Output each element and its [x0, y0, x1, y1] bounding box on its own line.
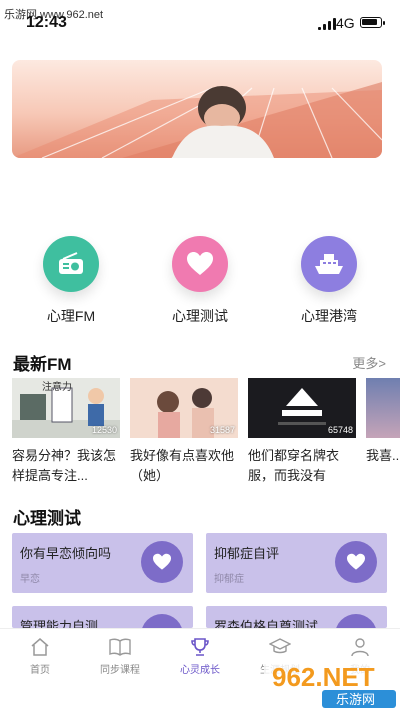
tab-courses[interactable]: 同步课程	[80, 637, 160, 676]
fm-thumbnail: 注意力 12530	[12, 378, 120, 438]
quick-action-label: 心理FM	[46, 308, 96, 324]
play-count: 12530	[91, 425, 117, 435]
fm-thumbnail: 31587	[130, 378, 238, 438]
book-icon	[80, 637, 160, 657]
fm-title: 我喜...	[366, 448, 400, 463]
test-card[interactable]: 罗森伯格自尊测试	[206, 606, 387, 628]
ship-icon	[301, 236, 357, 292]
test-card[interactable]: 你有早恋倾向吗 早恋	[12, 533, 193, 593]
fm-item[interactable]: 31587 我好像有点喜欢他（她）	[130, 378, 238, 486]
test-card-title: 你有早恋倾向吗	[20, 546, 112, 561]
fm-thumbnail: 65748	[248, 378, 356, 438]
quick-action-harbor[interactable]: 心理港湾	[264, 236, 394, 326]
play-count: 65748	[327, 425, 353, 435]
quick-action-test[interactable]: 心理测试	[135, 236, 265, 326]
test-card[interactable]: 管理能力自测	[12, 606, 193, 628]
tab-home[interactable]: 首页	[0, 637, 80, 676]
test-card[interactable]: 抑郁症自评 抑郁症	[206, 533, 387, 593]
trophy-icon	[160, 637, 240, 657]
play-count: 31587	[209, 425, 235, 435]
status-bar: 12:43 4G	[0, 14, 400, 36]
fm-section-title: 最新FM	[13, 355, 72, 374]
test-card-title: 抑郁症自评	[214, 546, 280, 561]
test-card-title: 罗森伯格自尊测试	[214, 619, 319, 628]
fm-thumbnail	[366, 378, 400, 438]
home-icon	[0, 637, 80, 657]
radio-icon	[43, 236, 99, 292]
thumb-text: 注意力	[42, 380, 72, 393]
fm-title: 容易分神？我该怎样提高专注...	[12, 448, 117, 483]
tab-label: 同步课程	[100, 665, 140, 676]
fm-item[interactable]: 我喜...	[366, 378, 400, 486]
logo-brand: 962.NET	[272, 662, 375, 692]
heart-icon	[141, 614, 183, 628]
banner-image[interactable]	[12, 60, 382, 158]
heart-icon	[335, 541, 377, 583]
test-card-title: 管理能力自测	[20, 619, 99, 628]
battery-icon	[360, 17, 385, 28]
fm-title: 我好像有点喜欢他（她）	[130, 448, 235, 483]
quick-action-label: 心理测试	[172, 308, 228, 324]
test-card-tag: 早恋	[20, 574, 40, 585]
heart-icon	[141, 541, 183, 583]
heart-icon	[172, 236, 228, 292]
signal-icon	[318, 18, 336, 30]
fm-list: 注意力 12530 容易分神？我该怎样提高专注... 31587 我好像有点喜欢…	[12, 378, 400, 488]
heart-icon	[335, 614, 377, 628]
tab-label: 心灵成长	[180, 665, 220, 676]
logo-sub: 乐游网	[336, 693, 375, 708]
tab-growth[interactable]: 心灵成长	[160, 637, 240, 676]
status-time: 12:43	[26, 14, 67, 31]
test-section-title: 心理测试	[13, 509, 81, 528]
test-card-tag: 抑郁症	[214, 574, 244, 585]
tab-label: 首页	[30, 665, 50, 676]
fm-item[interactable]: 65748 他们都穿名牌衣服，而我没有	[248, 378, 356, 486]
quick-action-fm[interactable]: 心理FM	[6, 236, 136, 326]
network-label: 4G	[336, 15, 355, 31]
more-link[interactable]: 更多>	[352, 353, 386, 372]
fm-item[interactable]: 注意力 12530 容易分神？我该怎样提高专注...	[12, 378, 120, 486]
fm-title: 他们都穿名牌衣服，而我没有	[248, 448, 340, 483]
quick-action-label: 心理港湾	[301, 308, 357, 324]
watermark-logo: 962.NET 乐游网	[262, 654, 400, 710]
